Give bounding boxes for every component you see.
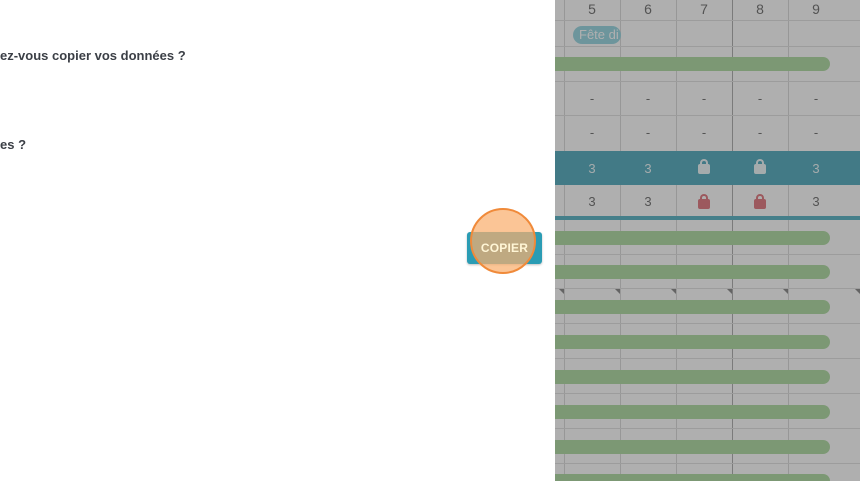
row-divider [555,323,860,324]
row-divider [555,428,860,429]
empty-cell[interactable]: - [676,82,732,114]
row-divider [555,254,860,255]
count-cell[interactable]: 3 [564,151,620,185]
count-cell[interactable]: 3 [564,186,620,216]
availability-bar[interactable] [555,405,830,419]
empty-cell[interactable]: - [676,116,732,148]
copy-question: ez-vous copier vos données ? [0,48,186,63]
availability-bar[interactable] [555,265,830,279]
empty-cell[interactable]: - [788,82,844,114]
empty-cell[interactable]: - [732,82,788,114]
copy-button-label: COPIER [480,241,529,255]
corner-marker-icon [671,289,676,294]
row-divider [555,288,860,289]
availability-bar[interactable] [555,474,830,481]
corner-marker-icon [615,289,620,294]
empty-cell[interactable]: - [564,82,620,114]
row-divider [555,358,860,359]
lock-icon [698,159,710,174]
empty-cell[interactable]: - [732,116,788,148]
count-cell[interactable]: 3 [788,186,844,216]
availability-bar[interactable] [555,370,830,384]
row-divider [555,20,860,21]
lock-icon [754,159,766,174]
empty-cell[interactable]: - [564,116,620,148]
empty-cell[interactable]: - [620,82,676,114]
corner-marker-icon [559,289,564,294]
availability-bar[interactable] [555,335,830,349]
holiday-badge[interactable]: Fête di [573,26,621,44]
availability-bar[interactable] [555,440,830,454]
corner-marker-icon [855,289,860,294]
day-header: 5 [588,1,596,17]
lock-icon [754,194,766,209]
day-header: 7 [700,1,708,17]
second-question: es ? [0,137,27,152]
count-cell[interactable]: 3 [620,186,676,216]
lock-icon [698,194,710,209]
day-header: 9 [812,1,820,17]
corner-marker-icon [727,289,732,294]
empty-cell[interactable]: - [788,116,844,148]
day-header: 8 [756,1,764,17]
row-divider [555,463,860,464]
row-divider [555,46,860,47]
section-separator [555,216,860,220]
availability-bar[interactable] [555,231,830,245]
planning-calendar: 5 6 7 8 9 Fête di - - - - - - - - - - 3 … [555,0,860,481]
availability-bar[interactable] [555,57,830,71]
availability-bar[interactable] [555,300,830,314]
empty-cell[interactable]: - [620,116,676,148]
count-cell[interactable]: 3 [620,151,676,185]
row-divider [555,393,860,394]
count-cell[interactable]: 3 [788,151,844,185]
corner-marker-icon [783,289,788,294]
day-header: 6 [644,1,652,17]
